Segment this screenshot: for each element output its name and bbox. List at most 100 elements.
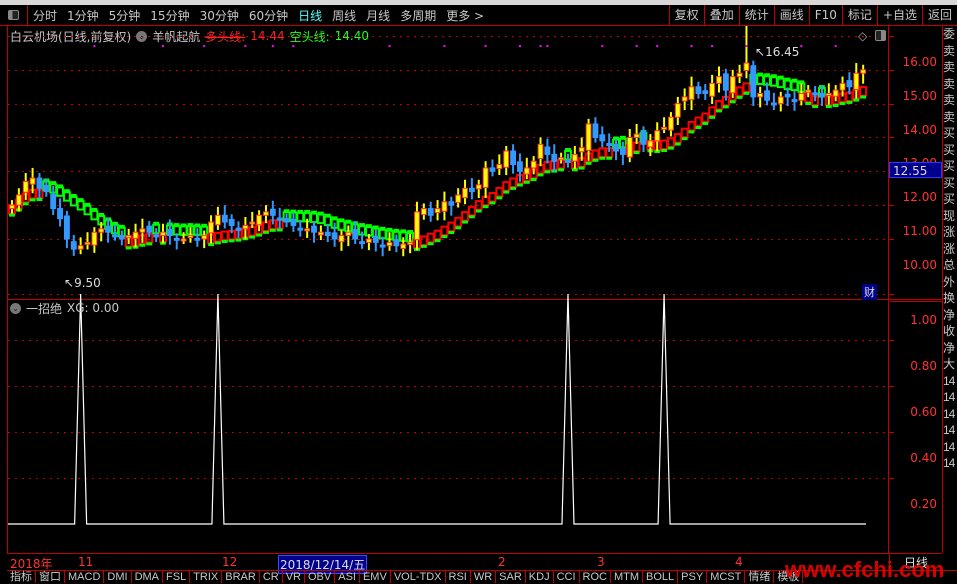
indicator-tab[interactable]: MTM: [611, 571, 644, 583]
dropdown-circle-icon[interactable]: ⌄: [10, 302, 21, 314]
indicator-tab[interactable]: WR: [471, 571, 497, 583]
band-edge: [860, 95, 867, 99]
band-edge: [434, 239, 441, 243]
band-edge: [743, 91, 750, 95]
menu-bar: 分时 1分钟 5分钟 15分钟 30分钟 60分钟 日线 周线 月线 多周期 更多 > 复权 叠加 统计…: [0, 4, 957, 26]
short-line-box: [776, 77, 785, 89]
side-label: 14: [943, 373, 955, 388]
candle-up: [208, 221, 214, 234]
indicator-tab[interactable]: ROC: [580, 571, 611, 583]
chart-canvas[interactable]: [0, 26, 942, 553]
candle-down: [372, 235, 379, 243]
candle-down: [36, 177, 43, 189]
side-label: 14: [943, 390, 955, 404]
indicator-tab[interactable]: 情绪: [745, 571, 775, 583]
indicator-tab[interactable]: 窗口: [36, 571, 65, 583]
band-edge: [29, 198, 36, 202]
short-line-box: [337, 220, 346, 231]
period-tab[interactable]: 30分钟: [195, 7, 244, 24]
indicator-tab[interactable]: KDJ: [526, 571, 554, 583]
period-tab[interactable]: 60分钟: [244, 7, 293, 24]
period-tab[interactable]: 更多 >: [441, 7, 489, 24]
finance-button[interactable]: 财: [862, 284, 877, 300]
band-edge: [228, 239, 235, 243]
month-label: 4: [735, 555, 743, 569]
candle-up: [345, 231, 352, 237]
candle-up: [578, 147, 585, 153]
indicator-tab[interactable]: TRIX: [190, 571, 223, 583]
indicator-tab[interactable]: MACD: [65, 571, 105, 583]
indicator-tab[interactable]: DMI: [104, 571, 132, 583]
candle-down: [276, 217, 283, 221]
band-edge: [125, 246, 132, 250]
period-tab[interactable]: 日线: [293, 7, 327, 24]
period-tab[interactable]: 月线: [361, 7, 395, 24]
toolbar-button[interactable]: 画线: [773, 5, 809, 26]
candle-up: [832, 89, 839, 97]
panel-toggle-button[interactable]: [0, 4, 28, 26]
long-line-box: [667, 137, 675, 148]
band-edge: [839, 101, 846, 105]
lower-indicator-title[interactable]: 一招绝: [26, 300, 62, 317]
indicator-tab[interactable]: RSI: [446, 571, 471, 583]
candle-down: [551, 153, 558, 162]
toolbar-button[interactable]: 叠加: [703, 5, 739, 26]
toolbar-button[interactable]: +自选: [876, 5, 922, 26]
side-label: 买: [943, 175, 955, 190]
period-tab[interactable]: 分时: [28, 7, 62, 24]
indicator-tab[interactable]: SAR: [496, 571, 526, 583]
candle-up: [420, 208, 427, 216]
toolbar-button[interactable]: 统计: [738, 5, 774, 26]
period-tab[interactable]: 多周期: [395, 7, 441, 24]
candle-up: [736, 72, 743, 78]
period-tab[interactable]: 15分钟: [145, 7, 194, 24]
candle-up: [626, 136, 633, 158]
lower-axis-label: 0.80: [910, 359, 937, 373]
short-line-box: [90, 209, 99, 221]
band-edge: [791, 78, 798, 82]
signal-dot: [745, 45, 748, 47]
indicator-tab[interactable]: EMV: [360, 571, 391, 583]
candle-up: [530, 160, 537, 169]
indicator-tab[interactable]: VOL-TDX: [391, 571, 446, 583]
band-edge: [736, 95, 743, 99]
toolbar-button[interactable]: 标记: [841, 5, 877, 26]
indicator-tab[interactable]: 指标: [7, 571, 36, 583]
indicator-tab[interactable]: CR: [260, 571, 283, 583]
indicator-tab[interactable]: PSY: [678, 571, 708, 583]
diamond-icon[interactable]: ◇: [858, 29, 867, 43]
indicator-tab[interactable]: ASI: [335, 571, 360, 583]
indicator-tab[interactable]: DMA: [132, 571, 164, 583]
long-line-box: [660, 139, 669, 150]
toolbar-button[interactable]: 返回: [921, 5, 957, 26]
short-line-box: [69, 196, 78, 207]
indicator-tab[interactable]: CCI: [554, 571, 580, 583]
band-edge: [517, 183, 523, 187]
indicator-tab[interactable]: BOLL: [643, 571, 679, 583]
long-line-box: [461, 211, 469, 222]
signal-dot: [539, 45, 542, 47]
toolbar-button[interactable]: 复权: [668, 5, 704, 26]
side-label: 卖: [943, 93, 955, 107]
candle-down: [599, 134, 606, 142]
candle-down: [297, 227, 304, 231]
indicator-tab[interactable]: OBV: [305, 571, 336, 583]
long-line-box: [433, 229, 442, 241]
indicator-tab[interactable]: VR: [283, 571, 305, 583]
band-edge: [91, 207, 98, 211]
period-tab[interactable]: 周线: [327, 7, 361, 24]
candle-down: [105, 225, 112, 233]
indicator-tab[interactable]: BRAR: [222, 571, 260, 583]
candle-down: [791, 99, 798, 103]
side-label: 买: [943, 126, 955, 140]
period-tab[interactable]: 1分钟: [62, 7, 104, 24]
indicator-tab[interactable]: FSL: [163, 571, 191, 583]
candle-up: [743, 62, 750, 72]
toolbar-button[interactable]: F10: [808, 5, 842, 26]
candle-down: [427, 208, 434, 216]
panel-icon[interactable]: [875, 30, 886, 41]
period-tab[interactable]: 5分钟: [104, 7, 146, 24]
candle-up: [98, 228, 105, 233]
candle-down: [153, 234, 160, 238]
indicator-tab[interactable]: MCST: [707, 571, 746, 583]
